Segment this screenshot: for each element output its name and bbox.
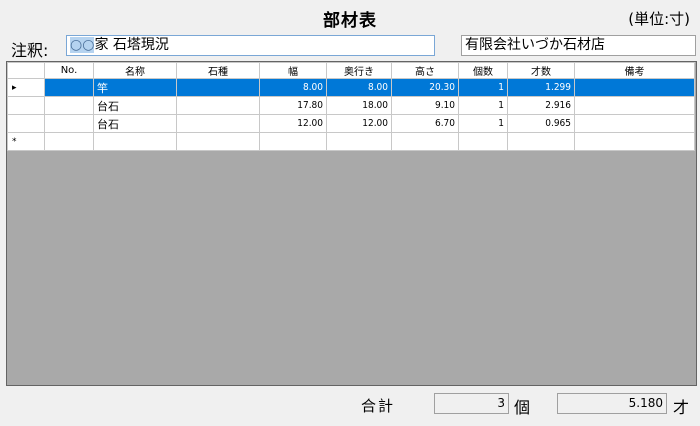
- total-label: 合計: [361, 397, 396, 415]
- cell-height[interactable]: 9.10: [391, 96, 459, 115]
- cell-width[interactable]: 12.00: [259, 114, 327, 133]
- column-header-stone-type[interactable]: 石種: [176, 62, 260, 79]
- cell-name[interactable]: 台石: [93, 114, 177, 133]
- row-header[interactable]: [7, 114, 45, 133]
- cell-depth[interactable]: 12.00: [326, 114, 392, 133]
- column-header-no[interactable]: No.: [44, 62, 94, 79]
- cell-remarks[interactable]: [574, 114, 695, 133]
- page-title: 部材表: [323, 11, 377, 31]
- cell-sai[interactable]: 2.916: [507, 96, 575, 115]
- cell-remarks[interactable]: [574, 78, 695, 97]
- cell-remarks[interactable]: [574, 132, 695, 151]
- cell-sai[interactable]: 0.965: [507, 114, 575, 133]
- column-header-height[interactable]: 高さ: [391, 62, 459, 79]
- total-sai-field: 5.180: [557, 393, 667, 414]
- cell-name[interactable]: 台石: [93, 96, 177, 115]
- unit-label: (単位:寸): [628, 10, 690, 28]
- column-header-count[interactable]: 個数: [458, 62, 508, 79]
- cell-count[interactable]: [458, 132, 508, 151]
- cell-no[interactable]: [44, 78, 94, 97]
- cell-count[interactable]: 1: [458, 96, 508, 115]
- cell-depth[interactable]: 18.00: [326, 96, 392, 115]
- column-header-remarks[interactable]: 備考: [574, 62, 695, 79]
- cell-height[interactable]: 6.70: [391, 114, 459, 133]
- cell-name[interactable]: [93, 132, 177, 151]
- row-header-current[interactable]: ▸: [7, 78, 45, 97]
- count-unit-label: 個: [514, 398, 531, 417]
- new-row[interactable]: *: [7, 132, 695, 151]
- cell-no[interactable]: [44, 114, 94, 133]
- table-row[interactable]: ▸ 竿 8.00 8.00 20.30 1 1.299: [7, 78, 695, 97]
- total-count-field: 3: [434, 393, 509, 414]
- cell-stone-type[interactable]: [176, 114, 260, 133]
- note-selected-text: ○○: [70, 37, 95, 53]
- cell-width[interactable]: [259, 132, 327, 151]
- cell-name[interactable]: 竿: [93, 78, 177, 97]
- cell-count[interactable]: 1: [458, 114, 508, 133]
- cell-height[interactable]: [391, 132, 459, 151]
- cell-no[interactable]: [44, 96, 94, 115]
- cell-sai[interactable]: [507, 132, 575, 151]
- cell-count[interactable]: 1: [458, 78, 508, 97]
- new-row-marker[interactable]: *: [7, 132, 45, 151]
- column-header-name[interactable]: 名称: [93, 62, 177, 79]
- parts-table[interactable]: No. 名称 石種 幅 奥行き 高さ 個数 才数 備考 ▸ 竿 8.00 8.0…: [6, 61, 697, 386]
- row-header-corner: [7, 62, 45, 79]
- cell-height[interactable]: 20.30: [391, 78, 459, 97]
- row-header[interactable]: [7, 96, 45, 115]
- sai-unit-label: 才: [673, 398, 690, 417]
- cell-depth[interactable]: [326, 132, 392, 151]
- note-label: 注釈:: [11, 41, 49, 60]
- cell-no[interactable]: [44, 132, 94, 151]
- company-name-field[interactable]: 有限会社いづか石材店: [461, 35, 696, 56]
- table-row[interactable]: 台石 17.80 18.00 9.10 1 2.916: [7, 96, 695, 115]
- cell-sai[interactable]: 1.299: [507, 78, 575, 97]
- cell-width[interactable]: 17.80: [259, 96, 327, 115]
- cell-stone-type[interactable]: [176, 78, 260, 97]
- cell-stone-type[interactable]: [176, 96, 260, 115]
- cell-depth[interactable]: 8.00: [326, 78, 392, 97]
- cell-width[interactable]: 8.00: [259, 78, 327, 97]
- column-header-depth[interactable]: 奥行き: [326, 62, 392, 79]
- cell-stone-type[interactable]: [176, 132, 260, 151]
- column-header-width[interactable]: 幅: [259, 62, 327, 79]
- cell-remarks[interactable]: [574, 96, 695, 115]
- column-header-sai[interactable]: 才数: [507, 62, 575, 79]
- table-row[interactable]: 台石 12.00 12.00 6.70 1 0.965: [7, 114, 695, 133]
- table-header-row: No. 名称 石種 幅 奥行き 高さ 個数 才数 備考: [7, 62, 695, 79]
- note-input[interactable]: ○○家 石塔現況: [66, 35, 435, 56]
- note-text: 家 石塔現況: [94, 37, 169, 53]
